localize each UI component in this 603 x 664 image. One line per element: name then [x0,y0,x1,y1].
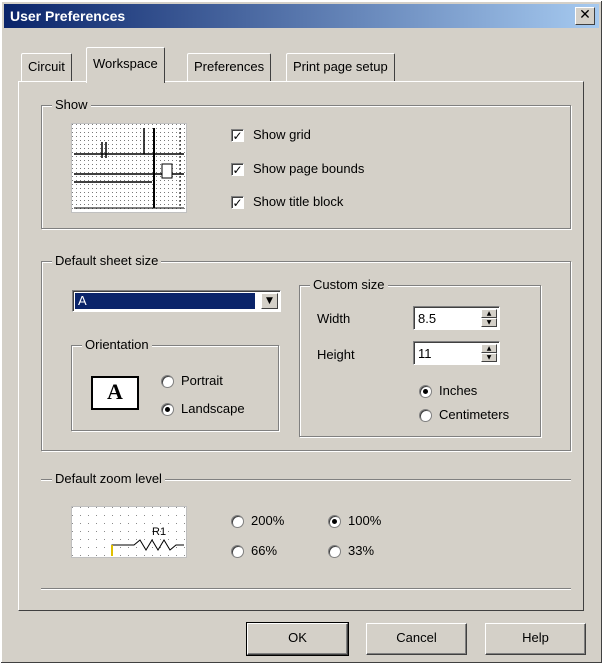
tab-circuit[interactable]: Circuit [21,53,72,81]
spin-down-icon[interactable]: ▼ [481,353,497,362]
landscape-page-icon: A [91,376,139,410]
ok-button[interactable]: OK [246,622,349,656]
width-label: Width [317,311,351,326]
grid-preview-image [71,123,187,213]
user-preferences-dialog: User Preferences ✕ Circuit Workspace Pre… [0,0,603,664]
check-icon[interactable]: ✓ [231,163,244,176]
width-spinner[interactable]: 8.5 ▲ ▼ [413,306,500,330]
spin-up-icon[interactable]: ▲ [481,344,497,353]
radio-selected-icon[interactable] [328,515,341,528]
spin-down-icon[interactable]: ▼ [481,318,497,327]
window-title: User Preferences [10,8,126,24]
zoom-preview-label: R1 [152,526,166,538]
radio-icon[interactable] [328,545,341,558]
check-icon[interactable]: ✓ [231,196,244,209]
width-value[interactable]: 8.5 [418,311,436,326]
tab-print-page-setup[interactable]: Print page setup [286,53,395,81]
height-label: Height [317,347,355,362]
close-button[interactable]: ✕ [575,7,595,25]
tab-preferences[interactable]: Preferences [187,53,272,81]
radio-icon[interactable] [231,545,244,558]
help-button[interactable]: Help [485,623,586,655]
zoom-legend: Default zoom level [52,471,165,486]
close-icon: ✕ [579,7,591,23]
check-icon[interactable]: ✓ [231,129,244,142]
custom-size-legend: Custom size [310,277,388,292]
radio-selected-icon[interactable] [419,385,432,398]
height-value[interactable]: 11 [418,346,432,361]
radio-icon[interactable] [161,375,174,388]
sheet-size-legend: Default sheet size [52,253,162,268]
tab-workspace[interactable]: Workspace [86,47,165,83]
radio-icon[interactable] [419,409,432,422]
orientation-legend: Orientation [82,337,152,352]
show-legend: Show [52,97,91,112]
cancel-button[interactable]: Cancel [366,623,467,655]
bottom-separator [41,588,571,590]
chevron-down-icon[interactable]: ▼ [261,293,278,309]
grid-preview-drawing [72,124,186,212]
radio-selected-icon[interactable] [161,403,174,416]
spin-up-icon[interactable]: ▲ [481,309,497,318]
sheet-size-select[interactable]: A ▼ [72,290,281,312]
zoom-preview-image: R1 [71,506,187,558]
title-bar[interactable]: User Preferences ✕ [4,4,599,28]
radio-icon[interactable] [231,515,244,528]
height-spinner[interactable]: 11 ▲ ▼ [413,341,500,365]
zoom-preview-drawing: R1 [72,507,186,557]
sheet-size-value: A [75,293,255,309]
